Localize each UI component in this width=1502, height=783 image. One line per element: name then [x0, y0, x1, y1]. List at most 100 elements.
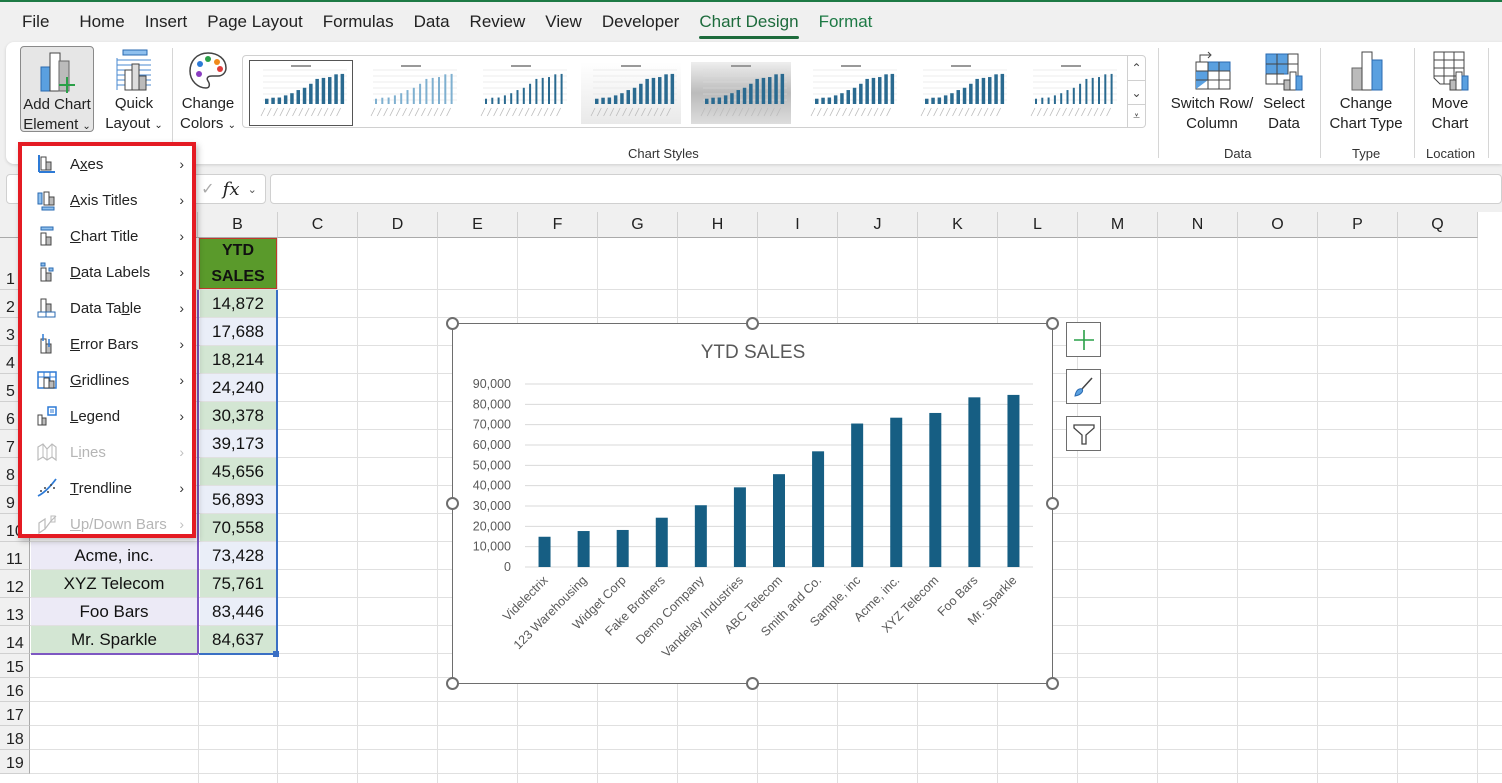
menu-item-axes[interactable]: Axes ›: [22, 146, 192, 182]
column-header-q[interactable]: Q: [1398, 212, 1478, 238]
menu-item-axis-titles[interactable]: Axis Titles ›: [22, 182, 192, 218]
bar[interactable]: [655, 517, 668, 567]
tab-file[interactable]: File: [12, 2, 59, 42]
chart-style-thumbnail[interactable]: [249, 60, 353, 126]
row-header-17[interactable]: 17: [0, 702, 30, 726]
menu-item-trendline[interactable]: Trendline ›: [22, 470, 192, 506]
bar[interactable]: [616, 529, 629, 567]
select-data-button[interactable]: Select Data: [1258, 46, 1310, 132]
chart-elements-button[interactable]: [1066, 322, 1101, 357]
formula-input[interactable]: [270, 174, 1502, 204]
cell-b1-header[interactable]: YTD SALES: [199, 238, 277, 289]
menu-item-data-labels[interactable]: Data Labels ›: [22, 254, 192, 290]
cell-value[interactable]: 39,173: [200, 430, 276, 457]
row-header-14[interactable]: 14: [0, 626, 30, 654]
row-header-12[interactable]: 12: [0, 570, 30, 598]
cell-value[interactable]: 18,214: [200, 346, 276, 373]
column-header-f[interactable]: F: [518, 212, 598, 238]
tab-data[interactable]: Data: [404, 2, 460, 42]
tab-insert[interactable]: Insert: [135, 2, 198, 42]
cell-value[interactable]: 56,893: [200, 486, 276, 513]
column-header-g[interactable]: G: [598, 212, 678, 238]
cell-name[interactable]: Acme, inc.: [31, 542, 197, 569]
resize-handle[interactable]: [1046, 317, 1059, 330]
cell-name[interactable]: Foo Bars: [31, 598, 197, 625]
tab-chart-design[interactable]: Chart Design: [689, 2, 808, 42]
column-header-p[interactable]: P: [1318, 212, 1398, 238]
row-header-16[interactable]: 16: [0, 678, 30, 702]
tab-page-layout[interactable]: Page Layout: [197, 2, 312, 42]
menu-item-gridlines[interactable]: Gridlines ›: [22, 362, 192, 398]
column-header-l[interactable]: L: [998, 212, 1078, 238]
resize-handle[interactable]: [446, 317, 459, 330]
chart-style-thumbnail[interactable]: [911, 62, 1011, 124]
resize-handle[interactable]: [746, 317, 759, 330]
fill-handle[interactable]: [273, 651, 279, 657]
cell-value[interactable]: 30,378: [200, 402, 276, 429]
column-header-k[interactable]: K: [918, 212, 998, 238]
row-header-13[interactable]: 13: [0, 598, 30, 626]
column-header-e[interactable]: E: [438, 212, 518, 238]
cell-value[interactable]: 17,688: [200, 318, 276, 345]
insert-function-button[interactable]: fx: [223, 179, 240, 200]
gallery-scroll-down-button[interactable]: ⌄: [1127, 80, 1145, 104]
tab-formulas[interactable]: Formulas: [313, 2, 404, 42]
bar[interactable]: [773, 474, 785, 567]
tab-format[interactable]: Format: [809, 2, 883, 42]
cell-value[interactable]: 73,428: [200, 542, 276, 569]
resize-handle[interactable]: [1046, 497, 1059, 510]
switch-row-column-button[interactable]: Switch Row/ Column: [1166, 46, 1258, 132]
cell-value[interactable]: 84,637: [200, 626, 276, 653]
menu-item-error-bars[interactable]: Error Bars ›: [22, 326, 192, 362]
chart-style-thumbnail[interactable]: [471, 62, 571, 124]
menu-item-legend[interactable]: Legend ›: [22, 398, 192, 434]
tab-review[interactable]: Review: [460, 2, 536, 42]
column-header-i[interactable]: I: [758, 212, 838, 238]
cell-value[interactable]: 24,240: [200, 374, 276, 401]
column-header-o[interactable]: O: [1238, 212, 1318, 238]
bar[interactable]: [577, 531, 590, 567]
resize-handle[interactable]: [746, 677, 759, 690]
bar[interactable]: [968, 397, 981, 567]
row-header-19[interactable]: 19: [0, 750, 30, 774]
move-chart-button[interactable]: Move Chart: [1420, 46, 1480, 132]
tab-developer[interactable]: Developer: [592, 2, 690, 42]
bar[interactable]: [929, 412, 942, 567]
bar[interactable]: [890, 417, 903, 567]
chart-style-thumbnail[interactable]: [801, 62, 901, 124]
menu-item-chart-title[interactable]: Chart Title ›: [22, 218, 192, 254]
cell-value[interactable]: 45,656: [200, 458, 276, 485]
bar[interactable]: [1007, 394, 1020, 567]
chart-styles-button[interactable]: [1066, 369, 1101, 404]
resize-handle[interactable]: [446, 677, 459, 690]
cell-name[interactable]: Mr. Sparkle: [31, 626, 197, 653]
column-header-m[interactable]: M: [1078, 212, 1158, 238]
cell-name[interactable]: XYZ Telecom: [31, 570, 197, 597]
cell-value[interactable]: 75,761: [200, 570, 276, 597]
column-header-d[interactable]: D: [358, 212, 438, 238]
bar[interactable]: [694, 505, 707, 567]
column-header-h[interactable]: H: [678, 212, 758, 238]
add-chart-element-button[interactable]: Add Chart Element ⌄: [20, 46, 94, 133]
quick-layout-button[interactable]: Quick Layout ⌄: [98, 46, 170, 132]
resize-handle[interactable]: [446, 497, 459, 510]
change-colors-button[interactable]: Change Colors ⌄: [176, 46, 240, 132]
column-header-n[interactable]: N: [1158, 212, 1238, 238]
row-header-11[interactable]: 11: [0, 542, 30, 570]
chart-filters-button[interactable]: [1066, 416, 1101, 451]
chart-title[interactable]: YTD SALES: [701, 342, 806, 363]
resize-handle[interactable]: [1046, 677, 1059, 690]
column-header-j[interactable]: J: [838, 212, 918, 238]
tab-home[interactable]: Home: [69, 2, 134, 42]
row-header-15[interactable]: 15: [0, 654, 30, 678]
chart-style-thumbnail[interactable]: [361, 62, 461, 124]
bar[interactable]: [538, 536, 551, 567]
cell-value[interactable]: 70,558: [200, 514, 276, 541]
gallery-scroll-up-button[interactable]: ⌃: [1127, 56, 1145, 80]
cell-value[interactable]: 83,446: [200, 598, 276, 625]
cell-value[interactable]: 14,872: [200, 290, 276, 317]
change-chart-type-button[interactable]: Change Chart Type: [1324, 46, 1408, 132]
bar[interactable]: [812, 451, 825, 567]
gallery-more-button[interactable]: ⩡: [1127, 104, 1145, 128]
check-icon[interactable]: ✓: [201, 179, 214, 199]
